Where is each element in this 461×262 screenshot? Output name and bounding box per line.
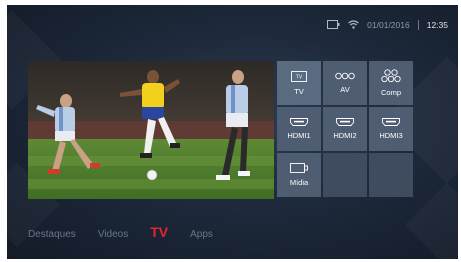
main-navigation: Destaques Videos TV Apps (28, 224, 235, 240)
svg-text:TV: TV (296, 74, 303, 80)
status-divider (417, 20, 419, 30)
source-tile-label: Mídia (289, 178, 309, 187)
source-tile-label: HDMI1 (287, 131, 311, 140)
source-tile-comp[interactable]: Comp (369, 61, 413, 105)
status-date: 01/01/2016 (367, 20, 410, 30)
av-icon (335, 72, 355, 80)
source-tile-hdmi1[interactable]: HDMI1 (277, 107, 321, 151)
soccer-broadcast-image (28, 61, 274, 199)
input-source-icon (327, 19, 340, 31)
source-tile-label: AV (340, 85, 350, 94)
source-tile-label: HDMI3 (379, 131, 403, 140)
nav-item-tv[interactable]: TV (150, 224, 168, 240)
source-tile-label: HDMI2 (333, 131, 357, 140)
tv-home-screen: 01/01/2016 12:35 TV TV AV Comp HDMI1 HDM… (7, 5, 458, 259)
tv-preview[interactable] (28, 61, 274, 199)
hdmi-icon (336, 118, 354, 126)
source-tile-hdmi2[interactable]: HDMI2 (323, 107, 367, 151)
input-source-grid: TV TV AV Comp HDMI1 HDMI2 HDMI3 Mídia (277, 61, 413, 197)
source-tile-av[interactable]: AV (323, 61, 367, 105)
media-icon (290, 163, 308, 173)
status-bar: 01/01/2016 12:35 (327, 17, 448, 33)
source-tile-tv[interactable]: TV TV (277, 61, 321, 105)
source-tile-label: TV (294, 86, 304, 96)
wifi-icon (348, 19, 360, 31)
source-tile-empty (323, 153, 367, 197)
source-tile-label: Comp (380, 88, 401, 97)
hdmi-icon (382, 118, 400, 126)
component-icon (381, 69, 401, 83)
nav-item-destaques[interactable]: Destaques (28, 229, 76, 240)
nav-item-apps[interactable]: Apps (190, 229, 213, 240)
tv-icon: TV (291, 70, 307, 82)
source-tile-empty (369, 153, 413, 197)
source-tile-mdia[interactable]: Mídia (277, 153, 321, 197)
source-tile-hdmi3[interactable]: HDMI3 (369, 107, 413, 151)
nav-item-videos[interactable]: Videos (98, 229, 128, 240)
status-clock: 12:35 (426, 20, 448, 30)
hdmi-icon (290, 118, 308, 126)
